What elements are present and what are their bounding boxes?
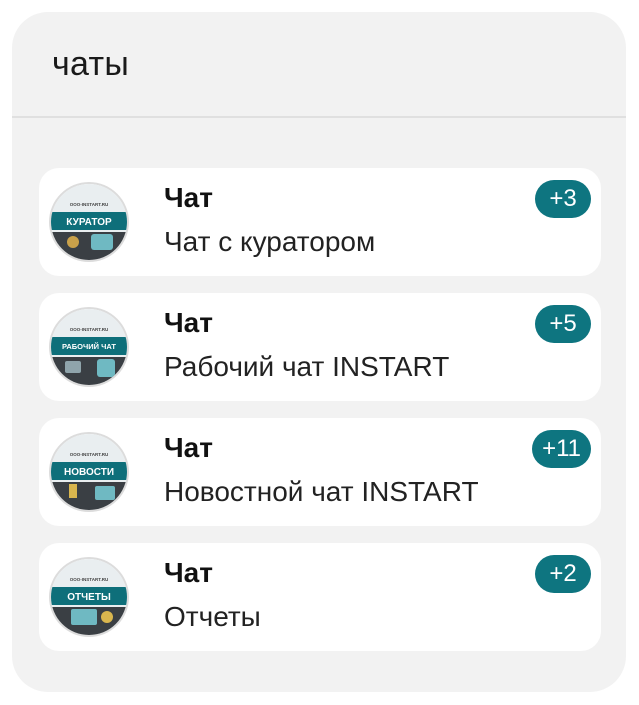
chat-item-reports[interactable]: ОТЧЕТЫ OOO-INSTART.RU Чат Отчеты +2	[39, 543, 601, 651]
chat-item-news[interactable]: НОВОСТИ OOO-INSTART.RU Чат Новостной чат…	[39, 418, 601, 526]
avatar-site-text: OOO-INSTART.RU	[70, 577, 108, 582]
unread-badge: +2	[535, 555, 591, 593]
chat-preview: Новостной чат INSTART	[164, 476, 479, 507]
avatar-label: НОВОСТИ	[64, 467, 114, 478]
avatar-label: ОТЧЕТЫ	[67, 592, 111, 603]
chat-name: Чат	[164, 307, 213, 338]
chat-preview: Рабочий чат INSTART	[164, 351, 450, 382]
avatar-label: КУРАТОР	[66, 217, 112, 228]
avatar-site-text: OOO-INSTART.RU	[70, 452, 108, 457]
avatar: КУРАТОР OOO-INSTART.RU	[51, 184, 127, 260]
chat-preview: Чат с куратором	[164, 226, 376, 257]
avatar: ОТЧЕТЫ OOO-INSTART.RU	[51, 559, 127, 635]
unread-badge: +11	[532, 430, 591, 468]
unread-badge: +5	[535, 305, 591, 343]
panel-header: чаты	[12, 12, 626, 118]
unread-badge: +3	[535, 180, 591, 218]
chats-panel: чаты КУРАТОР OOO-INSTART.RU Чат Чат с ку…	[12, 12, 626, 692]
avatar-site-text: OOO-INSTART.RU	[70, 202, 108, 207]
page-title: чаты	[52, 44, 130, 83]
chat-preview: Отчеты	[164, 601, 261, 632]
chat-item-curator[interactable]: КУРАТОР OOO-INSTART.RU Чат Чат с куратор…	[39, 168, 601, 276]
chat-list: КУРАТОР OOO-INSTART.RU Чат Чат с куратор…	[39, 168, 601, 668]
avatar-site-text: OOO-INSTART.RU	[70, 327, 108, 332]
chat-name: Чат	[164, 432, 213, 463]
chat-name: Чат	[164, 557, 213, 588]
chat-name: Чат	[164, 182, 213, 213]
avatar: РАБОЧИЙ ЧАТ OOO-INSTART.RU	[51, 309, 127, 385]
avatar: НОВОСТИ OOO-INSTART.RU	[51, 434, 127, 510]
chat-item-work[interactable]: РАБОЧИЙ ЧАТ OOO-INSTART.RU Чат Рабочий ч…	[39, 293, 601, 401]
avatar-label: РАБОЧИЙ ЧАТ	[62, 342, 116, 351]
